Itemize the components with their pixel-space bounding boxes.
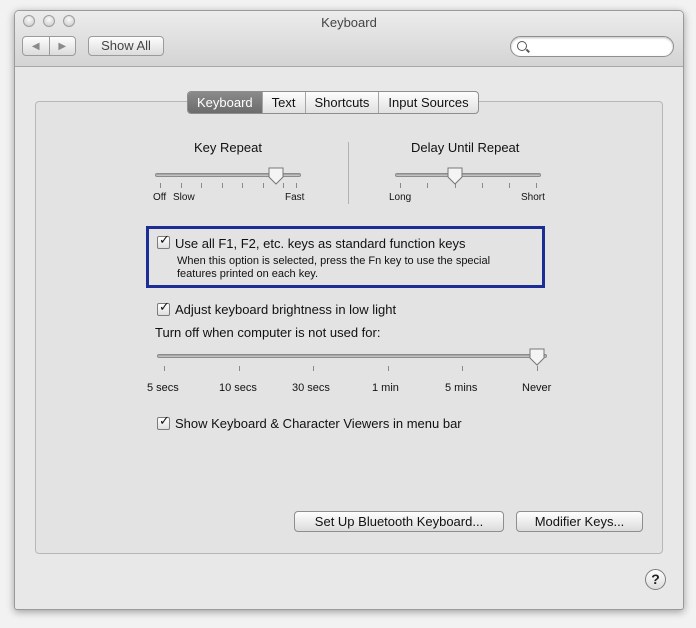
fn-keys-help-line-2: features printed on each key.: [177, 268, 319, 280]
slider-tick: [181, 183, 182, 188]
title-bar: Keyboard ◀ ▶ Show All: [15, 11, 683, 67]
slider-tick: [462, 366, 463, 371]
slider-tick: [222, 183, 223, 188]
slider-tick: [313, 366, 314, 371]
viewers-label[interactable]: Show Keyboard & Character Viewers in men…: [175, 416, 462, 431]
slider-tick: [509, 183, 510, 188]
tick-label-1-min: 1 min: [372, 382, 399, 394]
key-repeat-title: Key Repeat: [194, 140, 262, 155]
search-input[interactable]: [531, 38, 671, 57]
key-repeat-slider-thumb[interactable]: [268, 167, 284, 185]
slider-tick: [164, 366, 165, 371]
delay-repeat-track[interactable]: [395, 173, 541, 177]
modifier-keys-button[interactable]: Modifier Keys...: [516, 511, 643, 532]
tab-bar: Keyboard Text Shortcuts Input Sources: [187, 91, 479, 114]
fn-keys-help-line-1: When this option is selected, press the …: [177, 255, 491, 267]
delay-until-repeat-title: Delay Until Repeat: [411, 140, 520, 155]
back-forward-control: ◀ ▶: [22, 36, 76, 56]
turn-off-label: Turn off when computer is not used for:: [155, 325, 381, 340]
slider-tick: [400, 183, 401, 188]
key-repeat-fast-label: Fast: [285, 192, 305, 203]
back-arrow-icon[interactable]: ◀: [23, 37, 50, 55]
slider-tick: [160, 183, 161, 188]
tick-label-30-secs: 30 secs: [292, 382, 330, 394]
slider-tick: [427, 183, 428, 188]
search-field[interactable]: [510, 36, 674, 57]
tick-label-never: Never: [522, 382, 552, 394]
key-repeat-off-label: Off: [153, 192, 167, 203]
slider-divider: [348, 142, 349, 204]
window-title: Keyboard: [321, 15, 377, 30]
search-icon: [517, 41, 527, 51]
tab-keyboard[interactable]: Keyboard: [188, 92, 263, 113]
fn-keys-label[interactable]: Use all F1, F2, etc. keys as standard fu…: [175, 236, 465, 251]
tick-label-5-mins: 5 mins: [445, 382, 478, 394]
brightness-checkbox[interactable]: [157, 300, 170, 316]
turn-off-slider-thumb[interactable]: [529, 348, 545, 366]
fn-keys-checkbox[interactable]: [157, 233, 170, 249]
tick-label-10-secs: 10 secs: [219, 382, 257, 394]
slider-tick: [263, 183, 264, 188]
slider-tick: [201, 183, 202, 188]
tab-input-sources[interactable]: Input Sources: [379, 92, 477, 113]
delay-long-label: Long: [389, 192, 412, 203]
keyboard-preferences-window: Keyboard ◀ ▶ Show All Keyboard Text Shor…: [14, 10, 684, 610]
tab-text[interactable]: Text: [263, 92, 306, 113]
slider-tick: [296, 183, 297, 188]
slider-tick: [242, 183, 243, 188]
tick-label-5-secs: 5 secs: [147, 382, 179, 394]
slider-tick: [536, 183, 537, 188]
forward-arrow-icon[interactable]: ▶: [50, 37, 76, 55]
slider-tick: [482, 183, 483, 188]
slider-tick: [537, 366, 538, 371]
tab-shortcuts[interactable]: Shortcuts: [306, 92, 380, 113]
key-repeat-slow-label: Slow: [173, 192, 195, 203]
slider-tick: [388, 366, 389, 371]
show-all-button[interactable]: Show All: [88, 36, 164, 56]
help-button[interactable]: ?: [645, 569, 666, 590]
delay-short-label: Short: [521, 192, 545, 203]
slider-tick: [239, 366, 240, 371]
turn-off-track[interactable]: [157, 354, 547, 358]
brightness-label[interactable]: Adjust keyboard brightness in low light: [175, 302, 396, 317]
delay-repeat-slider-thumb[interactable]: [447, 167, 463, 185]
viewers-checkbox[interactable]: [157, 414, 170, 430]
set-up-bluetooth-keyboard-button[interactable]: Set Up Bluetooth Keyboard...: [294, 511, 504, 532]
